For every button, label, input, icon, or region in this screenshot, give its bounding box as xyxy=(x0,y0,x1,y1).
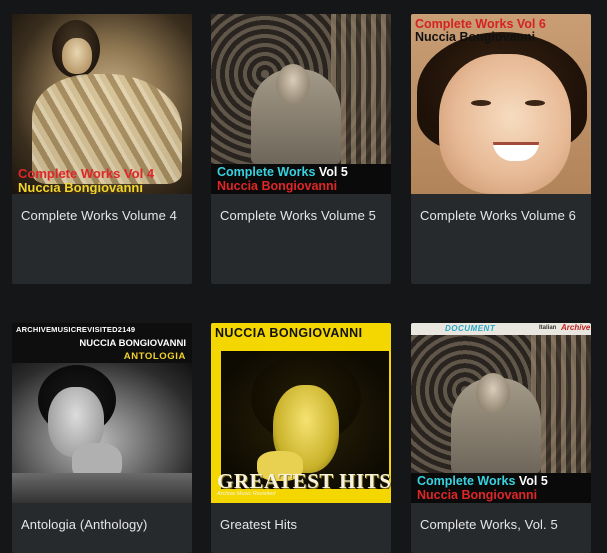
album-title[interactable]: Complete Works Volume 4 xyxy=(12,194,192,284)
cover-label: ARCHIVEMUSICREVISITED2149 xyxy=(16,325,136,334)
cover-label: Archive xyxy=(561,323,591,332)
album-card[interactable]: Complete Works Vol 6 Nuccia Bongiovanni … xyxy=(411,14,591,284)
album-title[interactable]: Greatest Hits xyxy=(211,503,391,553)
cover-artist: Nuccia Bongiovanni xyxy=(415,30,536,44)
cover-title: ANTOLOGIA xyxy=(123,351,186,362)
cover-label: DOCUMENT xyxy=(445,324,496,333)
cover-label: Archive Music Revisited xyxy=(217,491,276,497)
album-cover[interactable]: Complete Works Vol 5 Nuccia Bongiovanni xyxy=(211,14,391,194)
cover-label: Italian xyxy=(539,325,557,331)
album-cover[interactable]: ARCHIVEMUSICREVISITED2149 NUCCIA BONGIOV… xyxy=(12,323,192,503)
cover-artist: Nuccia Bongiovanni xyxy=(217,179,338,193)
cover-title: Complete Works Vol 4 xyxy=(18,166,155,181)
album-title[interactable]: Antologia (Anthology) xyxy=(12,503,192,553)
album-card[interactable]: NUCCIA BONGIOVANNI GREATEST HITS Archive… xyxy=(211,323,391,553)
cover-label-bar: DOCUMENT Italian Archive xyxy=(411,323,591,335)
album-cover[interactable]: DOCUMENT Italian Archive Complete Works … xyxy=(411,323,591,503)
album-card[interactable]: ARCHIVEMUSICREVISITED2149 NUCCIA BONGIOV… xyxy=(12,323,192,553)
cover-title: Complete Works Vol 5 xyxy=(217,165,348,179)
album-title[interactable]: Complete Works Volume 5 xyxy=(211,194,391,284)
album-card[interactable]: Complete Works Vol 4 Nuccia Bongiovanni … xyxy=(12,14,192,284)
album-card[interactable]: Complete Works Vol 5 Nuccia Bongiovanni … xyxy=(211,14,391,284)
cover-title: Complete Works Vol 6 xyxy=(415,17,546,31)
cover-artist: NUCCIA BONGIOVANNI xyxy=(215,326,363,340)
album-card[interactable]: DOCUMENT Italian Archive Complete Works … xyxy=(411,323,591,553)
album-cover[interactable]: NUCCIA BONGIOVANNI GREATEST HITS Archive… xyxy=(211,323,391,503)
album-title[interactable]: Complete Works Volume 6 xyxy=(411,194,591,284)
cover-artist: Nuccia Bongiovanni xyxy=(417,488,538,502)
cover-artist: NUCCIA BONGIOVANNI xyxy=(79,338,186,349)
album-title[interactable]: Complete Works, Vol. 5 xyxy=(411,503,591,553)
cover-artist: Nuccia Bongiovanni xyxy=(18,180,143,194)
album-cover[interactable]: Complete Works Vol 6 Nuccia Bongiovanni xyxy=(411,14,591,194)
cover-title: Complete Works Vol 5 xyxy=(417,474,548,488)
album-cover[interactable]: Complete Works Vol 4 Nuccia Bongiovanni xyxy=(12,14,192,194)
